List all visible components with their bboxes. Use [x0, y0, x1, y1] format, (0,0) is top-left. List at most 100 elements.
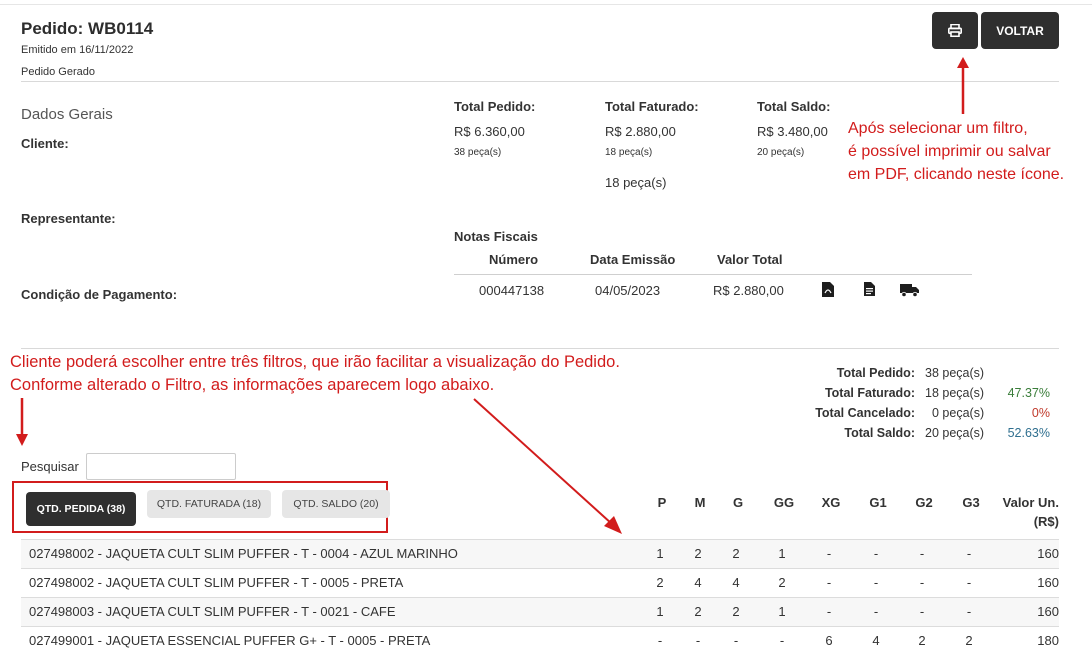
qty-m: 2: [694, 546, 702, 561]
section-divider: [21, 348, 1059, 349]
document-icon[interactable]: [864, 282, 875, 296]
invoice-header-divider: [454, 274, 972, 275]
qty-p: -: [657, 633, 663, 648]
filter-annotation-arrows: [16, 398, 622, 534]
size-header-gg: GG: [773, 495, 795, 510]
summary-total-balance-value: 20 peça(s): [925, 426, 985, 440]
qty-p: 1: [656, 546, 664, 561]
qty-gg: 1: [778, 546, 786, 561]
summary-total-billed-value: 18 peça(s): [925, 386, 985, 400]
pdf-icon[interactable]: [822, 282, 834, 297]
qty-p: 1: [656, 604, 664, 619]
total-order-pieces: 38 peça(s): [454, 147, 502, 158]
summary-total-billed-pct: 47.37%: [1007, 386, 1050, 400]
summary-total-order-label: Total Pedido:: [836, 366, 915, 380]
qty-xg: -: [826, 604, 832, 619]
filter-qtd-saldo-button[interactable]: QTD. SALDO (20): [282, 490, 390, 518]
unit-price: 160: [1037, 575, 1059, 590]
header-divider: [21, 81, 1059, 82]
representative-label: Representante:: [21, 211, 116, 226]
qty-xg: 6: [825, 633, 833, 648]
printer-icon: [948, 24, 962, 37]
summary-total-billed-label: Total Faturado:: [824, 386, 915, 400]
summary-total-cancelled-pct: 0%: [1031, 406, 1050, 420]
qty-gg: -: [779, 633, 785, 648]
invoice-total: R$ 2.880,00: [713, 283, 784, 298]
qty-g2: -: [919, 575, 925, 590]
unit-price: 160: [1037, 604, 1059, 619]
price-header-line-2: (R$): [1033, 514, 1059, 529]
qty-g1: -: [873, 575, 879, 590]
qty-g1: -: [873, 604, 879, 619]
qty-g2: -: [919, 604, 925, 619]
table-row: 027498002 - JAQUETA CULT SLIM PUFFER - T…: [21, 539, 1059, 569]
qty-m: -: [695, 633, 701, 648]
total-billed-extra-pieces: 18 peça(s): [605, 175, 667, 190]
qty-gg: 1: [778, 604, 786, 619]
size-header-p: P: [657, 495, 667, 510]
truck-icon[interactable]: [900, 283, 920, 297]
size-header-g2: G2: [915, 495, 933, 510]
section-title: Dados Gerais: [21, 106, 113, 123]
qty-xg: -: [826, 575, 832, 590]
size-header-g3: G3: [962, 495, 980, 510]
filter-annotation-line-1: Cliente poderá escolher entre três filtr…: [10, 353, 620, 371]
total-billed-pieces: 18 peça(s): [605, 147, 653, 158]
total-billed-label: Total Faturado:: [605, 99, 699, 114]
unit-price: 160: [1037, 546, 1059, 561]
qty-g: 2: [732, 546, 740, 561]
qty-g: 4: [732, 575, 740, 590]
filter-qtd-pedida-button[interactable]: QTD. PEDIDA (38): [26, 492, 136, 526]
print-button[interactable]: [932, 12, 978, 49]
print-annotation-line-3: em PDF, clicando neste ícone.: [848, 166, 1065, 183]
print-annotation-arrow: [957, 57, 969, 114]
invoice-number: 000447138: [479, 283, 545, 298]
summary-total-balance-pct: 52.63%: [1007, 426, 1050, 440]
total-order-label: Total Pedido:: [454, 99, 536, 114]
total-balance-label: Total Saldo:: [757, 99, 831, 114]
qty-g3: -: [966, 575, 972, 590]
qty-g3: -: [966, 546, 972, 561]
total-order-value: R$ 6.360,00: [454, 124, 525, 139]
qty-g2: -: [919, 546, 925, 561]
invoice-col-number: Número: [489, 252, 539, 267]
qty-g1: 4: [872, 633, 880, 648]
qty-m: 2: [694, 604, 702, 619]
invoice-col-date: Data Emissão: [590, 252, 676, 267]
page-title: Pedido: WB0114: [21, 19, 154, 38]
unit-price: 180: [1037, 633, 1059, 648]
search-label: Pesquisar: [21, 459, 79, 474]
invoices-title: Notas Fiscais: [454, 229, 538, 244]
order-status: Pedido Gerado: [21, 66, 95, 78]
print-annotation-line-1: Após selecionar um filtro,: [848, 120, 1028, 137]
client-label: Cliente:: [21, 136, 69, 151]
total-billed-value: R$ 2.880,00: [605, 124, 676, 139]
summary-total-cancelled-value: 0 peça(s): [932, 406, 985, 420]
table-row: 027498002 - JAQUETA CULT SLIM PUFFER - T…: [21, 568, 1059, 598]
qty-g: -: [733, 633, 739, 648]
product-name: 027498002 - JAQUETA CULT SLIM PUFFER - T…: [29, 546, 458, 561]
search-input[interactable]: [86, 453, 236, 480]
payment-condition-label: Condição de Pagamento:: [21, 287, 178, 302]
filter-qtd-faturada-button[interactable]: QTD. FATURADA (18): [147, 490, 271, 518]
qty-g3: -: [966, 604, 972, 619]
invoice-col-total: Valor Total: [717, 252, 783, 267]
top-border: [0, 4, 1092, 5]
print-annotation-line-2: é possível imprimir ou salvar: [848, 143, 1051, 160]
product-name: 027498003 - JAQUETA CULT SLIM PUFFER - T…: [29, 604, 396, 619]
summary-total-order-value: 38 peça(s): [925, 366, 985, 380]
table-row: 027498003 - JAQUETA CULT SLIM PUFFER - T…: [21, 597, 1059, 627]
invoice-date: 04/05/2023: [595, 283, 661, 298]
qty-p: 2: [656, 575, 664, 590]
product-name: 027499001 - JAQUETA ESSENCIAL PUFFER G+ …: [29, 633, 431, 648]
size-header-xg: XG: [821, 495, 841, 510]
qty-m: 4: [694, 575, 702, 590]
total-balance-pieces: 20 peça(s): [757, 147, 805, 158]
summary-total-cancelled-label: Total Cancelado:: [815, 406, 915, 420]
qty-gg: 2: [778, 575, 786, 590]
size-header-m: M: [694, 495, 706, 510]
qty-g1: -: [873, 546, 879, 561]
back-button[interactable]: VOLTAR: [981, 12, 1059, 49]
price-header-line-1: Valor Un.: [1002, 495, 1059, 510]
qty-g3: 2: [965, 633, 973, 648]
